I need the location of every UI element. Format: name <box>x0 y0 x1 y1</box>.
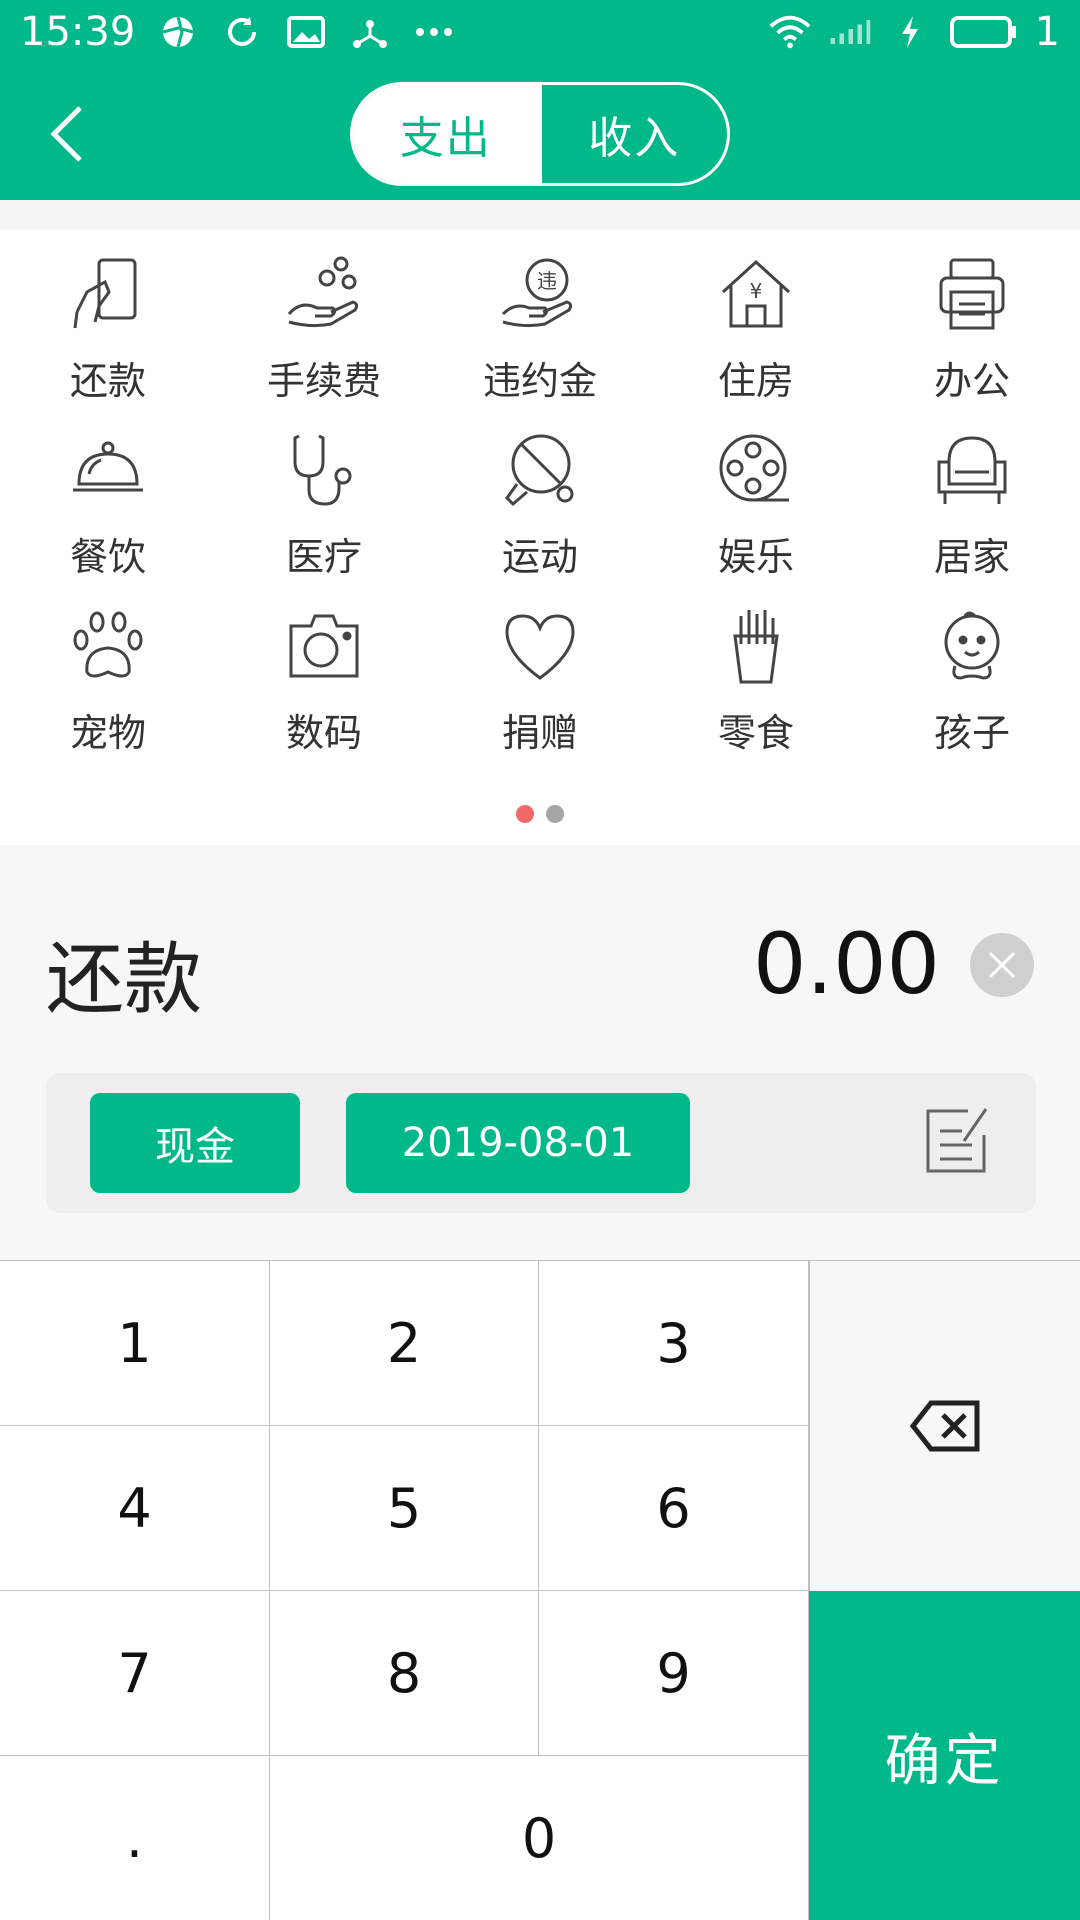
account-button[interactable]: 现金 <box>90 1093 300 1193</box>
entry-panel: 还款 0.00 现金 2019-08-01 <box>0 845 1080 1260</box>
aperture-icon <box>157 11 199 53</box>
category-entertainment[interactable]: 娱乐 <box>648 418 864 594</box>
category-housing[interactable]: ¥ 住房 <box>648 242 864 418</box>
key-7[interactable]: 7 <box>0 1591 270 1756</box>
key-9[interactable]: 9 <box>539 1591 809 1756</box>
category-label: 运动 <box>501 535 578 579</box>
signal-icon <box>829 11 871 53</box>
page-dot <box>546 805 564 823</box>
category-label: 餐饮 <box>69 535 146 579</box>
category-grid: 还款 手续费 违 违约金 ¥ 住房 办公 餐饮 医疗 运动 娱乐 居家 宠物 数… <box>0 242 1080 770</box>
battery-level: 1 <box>1034 9 1060 55</box>
edit-note-icon <box>926 1108 988 1173</box>
food-cloche-icon <box>65 428 151 514</box>
close-icon <box>988 951 1016 979</box>
chevron-left-icon <box>50 106 82 162</box>
header-bar: 15:39 1 支出 收入 <box>0 0 1080 200</box>
fries-icon <box>713 604 799 690</box>
category-pets[interactable]: 宠物 <box>0 594 216 770</box>
confirm-button[interactable]: 确定 <box>809 1591 1080 1920</box>
category-medical[interactable]: 医疗 <box>216 418 432 594</box>
category-dining[interactable]: 餐饮 <box>0 418 216 594</box>
backspace-button[interactable] <box>809 1261 1080 1591</box>
category-label: 办公 <box>933 359 1010 403</box>
key-3[interactable]: 3 <box>539 1261 809 1426</box>
category-sports[interactable]: 运动 <box>432 418 648 594</box>
key-1[interactable]: 1 <box>0 1261 270 1426</box>
share-nodes-icon <box>349 11 391 53</box>
category-snacks[interactable]: 零食 <box>648 594 864 770</box>
key-4[interactable]: 4 <box>0 1426 270 1591</box>
tab-income[interactable]: 收入 <box>538 85 728 183</box>
image-icon <box>285 11 327 53</box>
page-indicator <box>0 805 1080 825</box>
category-penalty[interactable]: 违 违约金 <box>432 242 648 418</box>
paw-icon <box>65 604 151 690</box>
category-label: 医疗 <box>285 535 362 579</box>
category-panel: 还款 手续费 违 违约金 ¥ 住房 办公 餐饮 医疗 运动 娱乐 居家 宠物 数… <box>0 230 1080 845</box>
battery-icon <box>949 11 1017 53</box>
coins-hand-icon <box>281 252 367 338</box>
tab-expense[interactable]: 支出 <box>353 85 539 183</box>
stethoscope-icon <box>281 428 367 514</box>
category-label: 捐赠 <box>501 711 578 755</box>
baby-icon <box>929 604 1015 690</box>
heart-icon <box>497 604 583 690</box>
type-segmented-control: 支出 收入 <box>350 82 730 186</box>
category-label: 违约金 <box>482 359 597 403</box>
category-label: 孩子 <box>933 711 1010 755</box>
back-button[interactable] <box>36 96 96 172</box>
options-panel: 现金 2019-08-01 <box>46 1073 1036 1213</box>
charging-icon <box>889 11 931 53</box>
penalty-hand-icon: 违 <box>497 252 583 338</box>
sync-icon <box>221 11 263 53</box>
date-button[interactable]: 2019-08-01 <box>346 1093 690 1193</box>
more-dots-icon <box>413 11 455 53</box>
clear-amount-button[interactable] <box>970 933 1034 997</box>
category-label: 娱乐 <box>717 535 794 579</box>
page-dot-active <box>516 805 534 823</box>
category-repayment[interactable]: 还款 <box>0 242 216 418</box>
category-label: 手续费 <box>266 359 381 403</box>
category-fee[interactable]: 手续费 <box>216 242 432 418</box>
category-label: 住房 <box>717 359 794 403</box>
category-office[interactable]: 办公 <box>864 242 1080 418</box>
status-bar: 15:39 1 <box>0 0 1080 64</box>
category-label: 宠物 <box>69 711 146 755</box>
category-label: 还款 <box>69 359 146 403</box>
svg-text:¥: ¥ <box>750 279 763 303</box>
section-divider <box>0 200 1080 230</box>
category-digital[interactable]: 数码 <box>216 594 432 770</box>
house-yen-icon: ¥ <box>713 252 799 338</box>
category-children[interactable]: 孩子 <box>864 594 1080 770</box>
printer-icon <box>929 252 1015 338</box>
wifi-icon <box>769 11 811 53</box>
category-label: 数码 <box>285 711 362 755</box>
armchair-icon <box>929 428 1015 514</box>
keypad: 1 2 3 4 5 6 7 8 9 . 0 确定 <box>0 1260 1080 1920</box>
category-label: 零食 <box>717 711 794 755</box>
selected-category-label: 还款 <box>46 935 203 1025</box>
note-button[interactable] <box>918 1101 994 1177</box>
film-reel-icon <box>713 428 799 514</box>
ping-pong-icon <box>497 428 583 514</box>
category-donation[interactable]: 捐赠 <box>432 594 648 770</box>
svg-text:违: 违 <box>537 269 557 293</box>
key-0[interactable]: 0 <box>270 1756 809 1920</box>
category-home[interactable]: 居家 <box>864 418 1080 594</box>
key-6[interactable]: 6 <box>539 1426 809 1591</box>
key-2[interactable]: 2 <box>270 1261 539 1426</box>
key-8[interactable]: 8 <box>270 1591 539 1756</box>
camera-icon <box>281 604 367 690</box>
key-dot[interactable]: . <box>0 1756 270 1920</box>
backspace-icon <box>909 1400 980 1452</box>
app-root: 15:39 1 支出 收入 还款 手续费 违 违约金 ¥ 住房 办公 餐饮 医疗… <box>0 0 1080 1920</box>
status-time: 15:39 <box>20 9 136 55</box>
category-label: 居家 <box>933 535 1010 579</box>
card-hand-icon <box>65 252 151 338</box>
amount-display: 0.00 <box>752 915 940 1013</box>
key-5[interactable]: 5 <box>270 1426 539 1591</box>
